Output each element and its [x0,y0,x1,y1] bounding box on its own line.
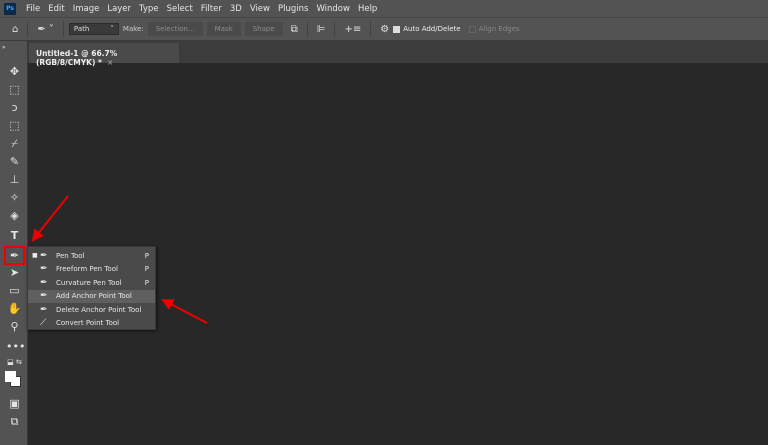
arrow-to-pen-tool [31,195,69,242]
annotation-arrows [31,195,208,324]
arrow-to-add-anchor-point [161,299,208,324]
foreground-color-swatch[interactable] [5,371,16,382]
